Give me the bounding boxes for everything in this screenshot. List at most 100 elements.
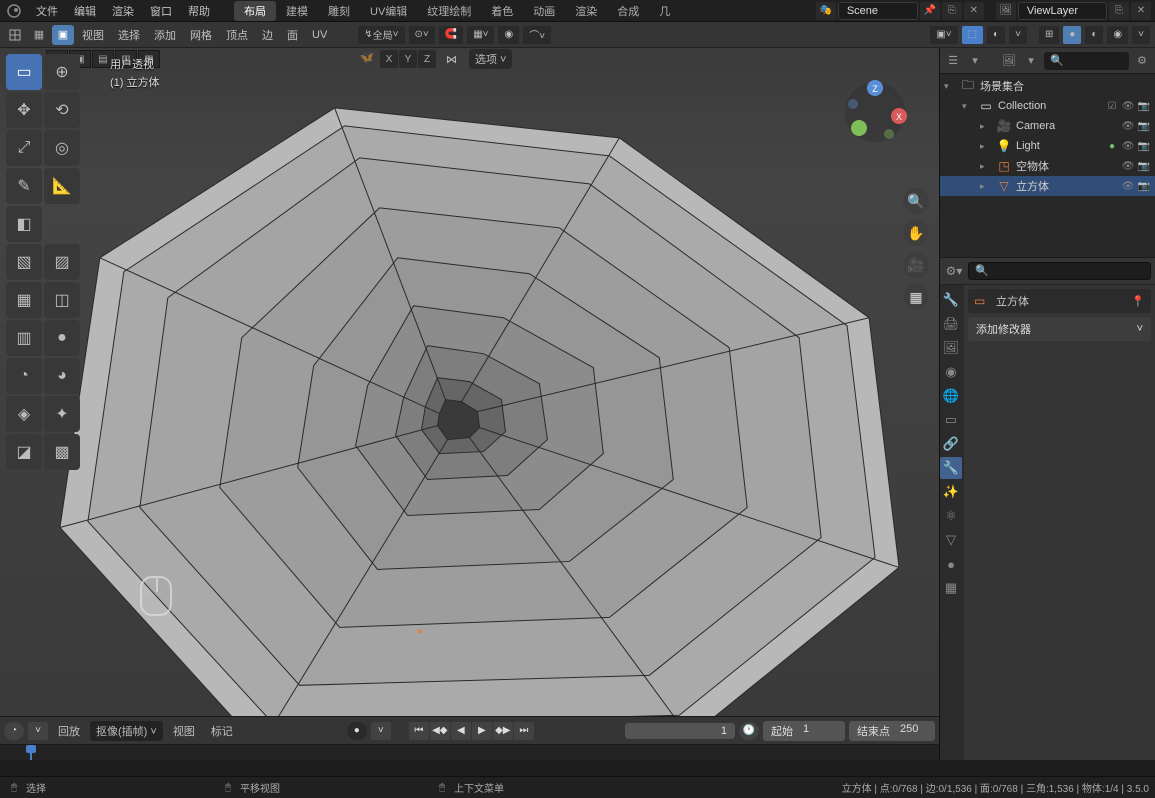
render-icon[interactable]: 📷 bbox=[1137, 159, 1151, 173]
workspace-tab[interactable]: 渲染 bbox=[565, 1, 607, 21]
jump-end-icon[interactable]: ⏭ bbox=[514, 722, 534, 740]
workspace-tab[interactable]: 着色 bbox=[481, 1, 523, 21]
properties-search-input[interactable] bbox=[968, 262, 1151, 280]
tab-render[interactable]: 🔧 bbox=[940, 289, 962, 311]
xray-toggle[interactable]: ⬚ bbox=[962, 26, 983, 44]
nav-gizmo[interactable]: Z X bbox=[839, 76, 911, 148]
hdr-add[interactable]: 添加 bbox=[148, 25, 182, 45]
shading-wire[interactable]: ⊞ bbox=[1039, 26, 1059, 44]
delete-viewlayer-icon[interactable]: ✕ bbox=[1131, 2, 1151, 20]
autokey-toggle[interactable]: ● bbox=[347, 722, 367, 740]
tab-viewlayer[interactable]: 🖼 bbox=[940, 337, 962, 359]
pin-icon[interactable]: 📍 bbox=[1131, 295, 1145, 308]
proportional-dropdown[interactable]: ⌒˅ bbox=[523, 26, 551, 44]
tab-objectdata[interactable]: ▽ bbox=[940, 529, 962, 551]
tool-move[interactable]: ✥ bbox=[6, 92, 42, 128]
tool-transform[interactable]: ◎ bbox=[44, 130, 80, 166]
playhead[interactable] bbox=[30, 745, 32, 760]
workspace-tab[interactable]: 几 bbox=[649, 1, 680, 21]
hdr-mesh[interactable]: 网格 bbox=[184, 25, 218, 45]
outliner-display-icon[interactable]: 🖼 bbox=[1000, 52, 1018, 70]
timeline-track[interactable] bbox=[0, 744, 939, 760]
workspace-tab[interactable]: 建模 bbox=[276, 1, 318, 21]
snap-dropdown[interactable]: ▦˅ bbox=[467, 26, 494, 44]
workspace-tab[interactable]: 动画 bbox=[523, 1, 565, 21]
timeline-editor-icon[interactable]: ◔ bbox=[4, 722, 24, 740]
orientation-dropdown[interactable]: ↯ 全局 ˅ bbox=[358, 26, 404, 44]
new-scene-icon[interactable]: ⎘ bbox=[942, 2, 962, 20]
scene-name-field[interactable]: Scene bbox=[838, 2, 918, 20]
eye-icon[interactable]: 👁 bbox=[1121, 99, 1135, 113]
tab-world[interactable]: 🌐 bbox=[940, 385, 962, 407]
snap-toggle[interactable]: 🧲 bbox=[439, 26, 463, 44]
play-icon[interactable]: ▶ bbox=[472, 722, 492, 740]
pan-icon[interactable]: ✋ bbox=[903, 220, 929, 246]
add-modifier-button[interactable]: 添加修改器 ˅ bbox=[968, 317, 1151, 341]
tl-marker[interactable]: 标记 bbox=[205, 723, 239, 739]
tool-shrink[interactable]: ◪ bbox=[6, 434, 42, 470]
mode-edit-icon[interactable]: ▣ bbox=[52, 25, 74, 45]
menu-help[interactable]: 帮助 bbox=[180, 3, 218, 19]
options-dropdown[interactable]: 选项 ˅ bbox=[469, 49, 512, 69]
3d-viewport[interactable]: ▢ ▣ ▤ ▥ ▦ 🦋 X Y Z ⋈ 选项 ˅ bbox=[0, 48, 939, 716]
tab-texture[interactable]: ▦ bbox=[940, 577, 962, 599]
tab-particles[interactable]: ✨ bbox=[940, 481, 962, 503]
menu-render[interactable]: 渲染 bbox=[104, 3, 142, 19]
menu-window[interactable]: 窗口 bbox=[142, 3, 180, 19]
hdr-view[interactable]: 视图 bbox=[76, 25, 110, 45]
viewlayer-field[interactable]: ViewLayer bbox=[1018, 2, 1107, 20]
shading-solid[interactable]: ● bbox=[1063, 26, 1081, 44]
tool-select-box[interactable]: ▭ bbox=[6, 54, 42, 90]
scene-browse-icon[interactable]: 🎭 bbox=[816, 2, 836, 20]
eye-icon[interactable]: 👁 bbox=[1121, 139, 1135, 153]
tool-measure[interactable]: 📐 bbox=[44, 168, 80, 204]
tl-keying[interactable]: 抠像(插帧) ˅ bbox=[90, 721, 163, 741]
outliner-editor-icon[interactable]: ☰ bbox=[944, 52, 962, 70]
render-icon[interactable]: 📷 bbox=[1137, 139, 1151, 153]
tool-extrude[interactable]: ▧ bbox=[6, 244, 42, 280]
keyframe-next-icon[interactable]: ◆▶ bbox=[493, 722, 513, 740]
tab-constraint[interactable]: 🔗 bbox=[940, 433, 962, 455]
tab-material[interactable]: ● bbox=[940, 553, 962, 575]
outliner-search[interactable]: 🔍 bbox=[1044, 52, 1129, 70]
butterfly-icon[interactable]: 🦋 bbox=[360, 51, 376, 67]
viewlayer-browse-icon[interactable]: 🖼 bbox=[996, 2, 1016, 20]
workspace-tab[interactable]: 布局 bbox=[234, 1, 276, 21]
auto-merge-icon[interactable]: ⋈ bbox=[446, 53, 457, 66]
proportional-toggle[interactable]: ◉ bbox=[498, 26, 519, 44]
eye-icon[interactable]: 👁 bbox=[1121, 119, 1135, 133]
tool-rotate[interactable]: ⟲ bbox=[44, 92, 80, 128]
tool-extrude-normals[interactable]: ▨ bbox=[44, 244, 80, 280]
mirror-x[interactable]: X bbox=[380, 50, 398, 68]
perspective-icon[interactable]: ▦ bbox=[903, 284, 929, 310]
overlay-dropdown[interactable]: ˅ bbox=[1009, 26, 1027, 44]
outliner-display-dd[interactable]: ▾ bbox=[1022, 52, 1040, 70]
tool-polybuild[interactable]: ◔ bbox=[6, 358, 42, 394]
workspace-tab[interactable]: 合成 bbox=[607, 1, 649, 21]
tool-inset[interactable]: ▦ bbox=[6, 282, 42, 318]
shading-material[interactable]: ◐ bbox=[1085, 26, 1103, 44]
pin-icon[interactable]: 📌 bbox=[920, 2, 940, 20]
outliner-collection[interactable]: ▾▭Collection ☑👁📷 bbox=[940, 96, 1155, 116]
tool-rip[interactable]: ▩ bbox=[44, 434, 80, 470]
hdr-vertex[interactable]: 顶点 bbox=[220, 25, 254, 45]
menu-edit[interactable]: 编辑 bbox=[66, 3, 104, 19]
tool-annotate[interactable]: ✎ bbox=[6, 168, 42, 204]
outliner-filter-icon[interactable]: ⚙ bbox=[1133, 52, 1151, 70]
tool-knife[interactable]: ● bbox=[44, 320, 80, 356]
tab-object[interactable]: ▭ bbox=[940, 409, 962, 431]
mirror-z[interactable]: Z bbox=[418, 50, 436, 68]
outliner-root[interactable]: ▾🗀场景集合 bbox=[940, 76, 1155, 96]
outliner-mode-icon[interactable]: ▾ bbox=[966, 52, 984, 70]
editor-type-icon[interactable] bbox=[4, 25, 26, 45]
tl-playback[interactable]: 回放 bbox=[52, 723, 86, 739]
jump-start-icon[interactable]: ⏮ bbox=[409, 722, 429, 740]
tool-spin[interactable]: ◕ bbox=[44, 358, 80, 394]
mesh-visibility[interactable]: ▣˅ bbox=[930, 26, 957, 44]
render-icon[interactable]: 📷 bbox=[1137, 179, 1151, 193]
outliner-item-light[interactable]: ▸💡Light ●👁📷 bbox=[940, 136, 1155, 156]
workspace-tab[interactable]: UV编辑 bbox=[360, 1, 417, 21]
render-icon[interactable]: 📷 bbox=[1137, 119, 1151, 133]
eye-icon[interactable]: 👁 bbox=[1121, 179, 1135, 193]
hdr-edge[interactable]: 边 bbox=[256, 25, 279, 45]
